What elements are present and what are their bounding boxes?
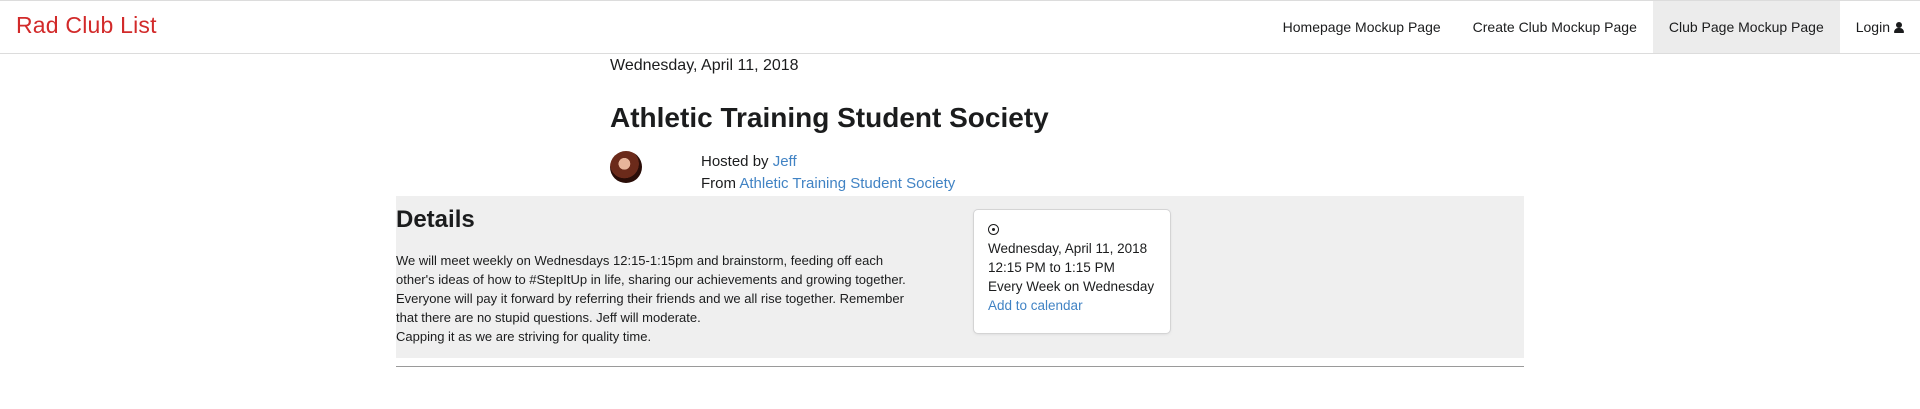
hosted-by-line: Hosted by Jeff bbox=[701, 153, 797, 170]
details-description: We will meet weekly on Wednesdays 12:15-… bbox=[396, 251, 941, 346]
from-club-line: From Athletic Training Student Society bbox=[701, 175, 955, 192]
top-menu: Rad Club List Homepage Mockup Page Creat… bbox=[0, 0, 1920, 54]
schedule-card: Wednesday, April 11, 2018 12:15 PM to 1:… bbox=[974, 210, 1170, 333]
club-name-link[interactable]: Athletic Training Student Society bbox=[739, 175, 955, 192]
nav-label: Login bbox=[1855, 19, 1890, 35]
details-line: Everyone will pay it forward by referrin… bbox=[396, 291, 904, 306]
details-line: that there are no stupid questions. Jeff… bbox=[396, 310, 701, 325]
details-heading: Details bbox=[396, 206, 475, 233]
user-icon bbox=[1894, 21, 1904, 33]
schedule-recurrence: Every Week on Wednesday bbox=[988, 279, 1155, 294]
nav-club-page-mockup[interactable]: Club Page Mockup Page bbox=[1652, 1, 1840, 53]
from-label: From bbox=[701, 175, 736, 192]
schedule-time: 12:15 PM to 1:15 PM bbox=[988, 260, 1115, 275]
host-avatar[interactable] bbox=[610, 151, 642, 183]
details-line: We will meet weekly on Wednesdays 12:15-… bbox=[396, 253, 884, 268]
login-button[interactable]: Login bbox=[1840, 1, 1920, 53]
main-nav: Homepage Mockup Page Create Club Mockup … bbox=[1267, 1, 1920, 53]
event-date-header: Wednesday, April 11, 2018 bbox=[610, 57, 799, 74]
details-line: Capping it as we are striving for qualit… bbox=[396, 329, 652, 344]
host-name-link[interactable]: Jeff bbox=[773, 153, 797, 170]
details-line: other's ideas of how to #StepItUp in lif… bbox=[396, 272, 906, 287]
clock-icon bbox=[988, 224, 999, 235]
nav-homepage-mockup[interactable]: Homepage Mockup Page bbox=[1267, 1, 1457, 53]
details-section: Details We will meet weekly on Wednesday… bbox=[396, 196, 1524, 358]
event-title: Athletic Training Student Society bbox=[610, 102, 1049, 133]
add-to-calendar-link[interactable]: Add to calendar bbox=[988, 298, 1083, 313]
hosted-by-label: Hosted by bbox=[701, 153, 769, 170]
nav-label: Homepage Mockup Page bbox=[1282, 19, 1441, 35]
section-divider bbox=[396, 366, 1524, 367]
schedule-date: Wednesday, April 11, 2018 bbox=[988, 241, 1148, 256]
brand-logo-link[interactable]: Rad Club List bbox=[16, 12, 157, 39]
nav-label: Club Page Mockup Page bbox=[1668, 19, 1824, 35]
nav-create-club-mockup[interactable]: Create Club Mockup Page bbox=[1457, 1, 1653, 53]
nav-label: Create Club Mockup Page bbox=[1472, 19, 1637, 35]
